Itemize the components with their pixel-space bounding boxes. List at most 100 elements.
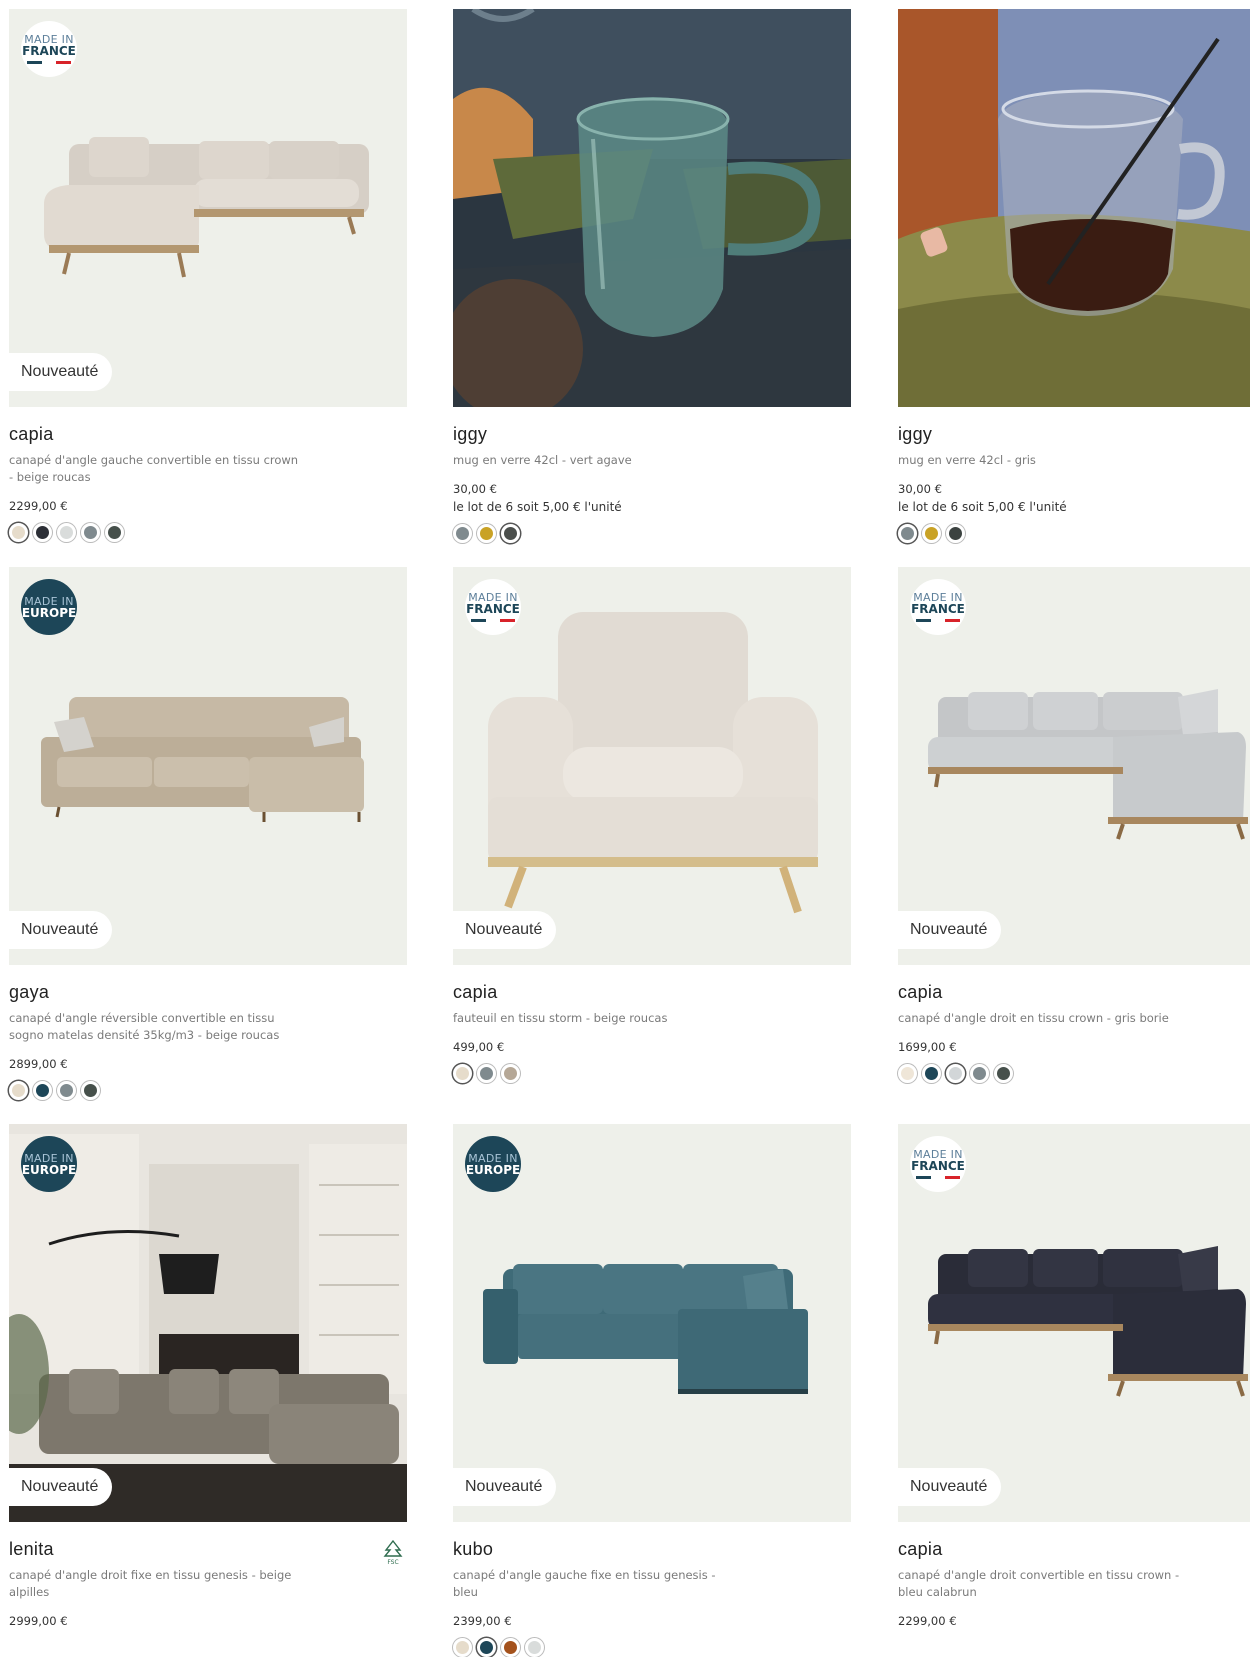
color-swatch[interactable]: [9, 1081, 28, 1100]
product-price: 30,00 €: [898, 482, 942, 496]
color-swatch[interactable]: [501, 524, 520, 543]
color-swatch[interactable]: [501, 1638, 520, 1657]
product-image[interactable]: MADE IN FRANCE Nouveauté: [898, 1124, 1250, 1522]
product-name[interactable]: kubo: [453, 1539, 851, 1560]
color-swatch[interactable]: [81, 523, 100, 542]
product-card[interactable]: MADE IN EUROPE Nouveauté FSC lenita cana…: [9, 1124, 407, 1628]
novelty-tag: Nouveauté: [453, 911, 557, 949]
product-image[interactable]: MADE IN FRANCE Nouveauté: [9, 9, 407, 407]
made-in-france-badge: MADE IN FRANCE: [910, 579, 966, 635]
product-card[interactable]: iggy mug en verre 42cl - gris 30,00 € le…: [898, 9, 1250, 543]
novelty-tag: Nouveauté: [898, 911, 1002, 949]
made-in-france-badge: MADE IN FRANCE: [465, 579, 521, 635]
flag-icon: [471, 619, 516, 622]
color-swatch[interactable]: [57, 1081, 76, 1100]
product-image[interactable]: MADE IN EUROPE Nouveauté: [453, 1124, 851, 1522]
color-swatch[interactable]: [81, 1081, 100, 1100]
product-name[interactable]: lenita: [9, 1539, 407, 1560]
color-swatch[interactable]: [525, 1638, 544, 1657]
product-price: 2399,00 €: [453, 1614, 512, 1628]
badge-line2: EUROPE: [21, 1162, 77, 1177]
made-in-france-badge: MADE IN FRANCE: [21, 21, 77, 77]
color-swatch[interactable]: [57, 523, 76, 542]
badge-line1: MADE IN: [24, 1151, 74, 1165]
product-image[interactable]: MADE IN EUROPE Nouveauté: [9, 1124, 407, 1522]
color-swatch[interactable]: [453, 1064, 472, 1083]
product-name[interactable]: capia: [9, 424, 407, 445]
color-swatch[interactable]: [33, 523, 52, 542]
badge-line2: FRANCE: [911, 602, 965, 616]
badge-line2: FRANCE: [22, 44, 76, 58]
product-description: canapé d'angle gauche fixe en tissu gene…: [453, 1568, 716, 1599]
product-image[interactable]: [453, 9, 851, 407]
color-swatches: [453, 524, 851, 543]
product-card[interactable]: MADE IN FRANCE Nouveauté capia canapé d'…: [898, 567, 1250, 1083]
product-name[interactable]: iggy: [453, 424, 851, 445]
color-swatch[interactable]: [477, 1064, 496, 1083]
color-swatch[interactable]: [33, 1081, 52, 1100]
badge-line2: FRANCE: [466, 602, 520, 616]
mug-image: [453, 9, 851, 407]
made-in-france-badge: MADE IN FRANCE: [910, 1136, 966, 1192]
made-in-europe-badge: MADE IN EUROPE: [21, 1136, 77, 1192]
color-swatch[interactable]: [105, 523, 124, 542]
color-swatch[interactable]: [946, 1064, 965, 1083]
novelty-tag: Nouveauté: [9, 911, 113, 949]
product-price: 30,00 €: [453, 482, 497, 496]
product-price: 499,00 €: [453, 1040, 505, 1054]
color-swatch[interactable]: [922, 1064, 941, 1083]
novelty-tag: Nouveauté: [9, 353, 113, 391]
color-swatch[interactable]: [453, 1638, 472, 1657]
color-swatch[interactable]: [898, 524, 917, 543]
color-swatch[interactable]: [994, 1064, 1013, 1083]
product-price: 1699,00 €: [898, 1040, 957, 1054]
color-swatch[interactable]: [477, 524, 496, 543]
product-card[interactable]: MADE IN EUROPE Nouveauté kubo canapé d'a…: [453, 1124, 851, 1657]
product-image[interactable]: MADE IN FRANCE Nouveauté: [898, 567, 1250, 965]
lot-price: le lot de 6 soit 5,00 € l'unité: [453, 500, 622, 514]
color-swatch[interactable]: [453, 524, 472, 543]
badge-line1: MADE IN: [468, 1151, 518, 1165]
product-name[interactable]: capia: [453, 982, 851, 1003]
badge-line2: EUROPE: [465, 1162, 521, 1177]
color-swatch[interactable]: [501, 1064, 520, 1083]
product-card[interactable]: MADE IN FRANCE Nouveauté capia fauteuil …: [453, 567, 851, 1083]
product-card[interactable]: iggy mug en verre 42cl - vert agave 30,0…: [453, 9, 851, 543]
product-card[interactable]: MADE IN FRANCE Nouveauté capia canapé d'…: [9, 9, 407, 542]
badge-line2: EUROPE: [21, 605, 77, 620]
color-swatches: [9, 523, 407, 542]
fsc-label: FSC: [387, 1559, 398, 1566]
product-name[interactable]: capia: [898, 982, 1250, 1003]
product-name[interactable]: gaya: [9, 982, 407, 1003]
product-card[interactable]: MADE IN FRANCE Nouveauté capia canapé d'…: [898, 1124, 1250, 1628]
product-name[interactable]: iggy: [898, 424, 1250, 445]
novelty-tag: Nouveauté: [453, 1468, 557, 1506]
product-description: canapé d'angle droit fixe en tissu genes…: [9, 1568, 292, 1599]
product-price: 2999,00 €: [9, 1614, 68, 1628]
badge-line1: MADE IN: [24, 594, 74, 608]
badge-line2: FRANCE: [911, 1159, 965, 1173]
product-image[interactable]: MADE IN FRANCE Nouveauté: [453, 567, 851, 965]
color-swatch[interactable]: [9, 523, 28, 542]
product-price: 2899,00 €: [9, 1057, 68, 1071]
color-swatch[interactable]: [946, 524, 965, 543]
product-image[interactable]: MADE IN EUROPE Nouveauté: [9, 567, 407, 965]
product-card[interactable]: MADE IN EUROPE Nouveauté gaya canapé d'a…: [9, 567, 407, 1100]
color-swatch[interactable]: [898, 1064, 917, 1083]
made-in-europe-badge: MADE IN EUROPE: [21, 579, 77, 635]
product-name[interactable]: capia: [898, 1539, 1250, 1560]
product-image[interactable]: [898, 9, 1250, 407]
product-description: canapé d'angle réversible convertible en…: [9, 1011, 280, 1042]
color-swatch[interactable]: [477, 1638, 496, 1657]
color-swatch[interactable]: [970, 1064, 989, 1083]
made-in-europe-badge: MADE IN EUROPE: [465, 1136, 521, 1192]
mug-image: [898, 9, 1250, 407]
flag-icon: [27, 61, 72, 64]
product-description: mug en verre 42cl - vert agave: [453, 453, 632, 467]
flag-icon: [916, 619, 961, 622]
flag-icon: [916, 1176, 961, 1179]
color-swatches: [453, 1638, 851, 1657]
product-description: fauteuil en tissu storm - beige roucas: [453, 1011, 668, 1025]
color-swatch[interactable]: [922, 524, 941, 543]
color-swatches: [453, 1064, 851, 1083]
